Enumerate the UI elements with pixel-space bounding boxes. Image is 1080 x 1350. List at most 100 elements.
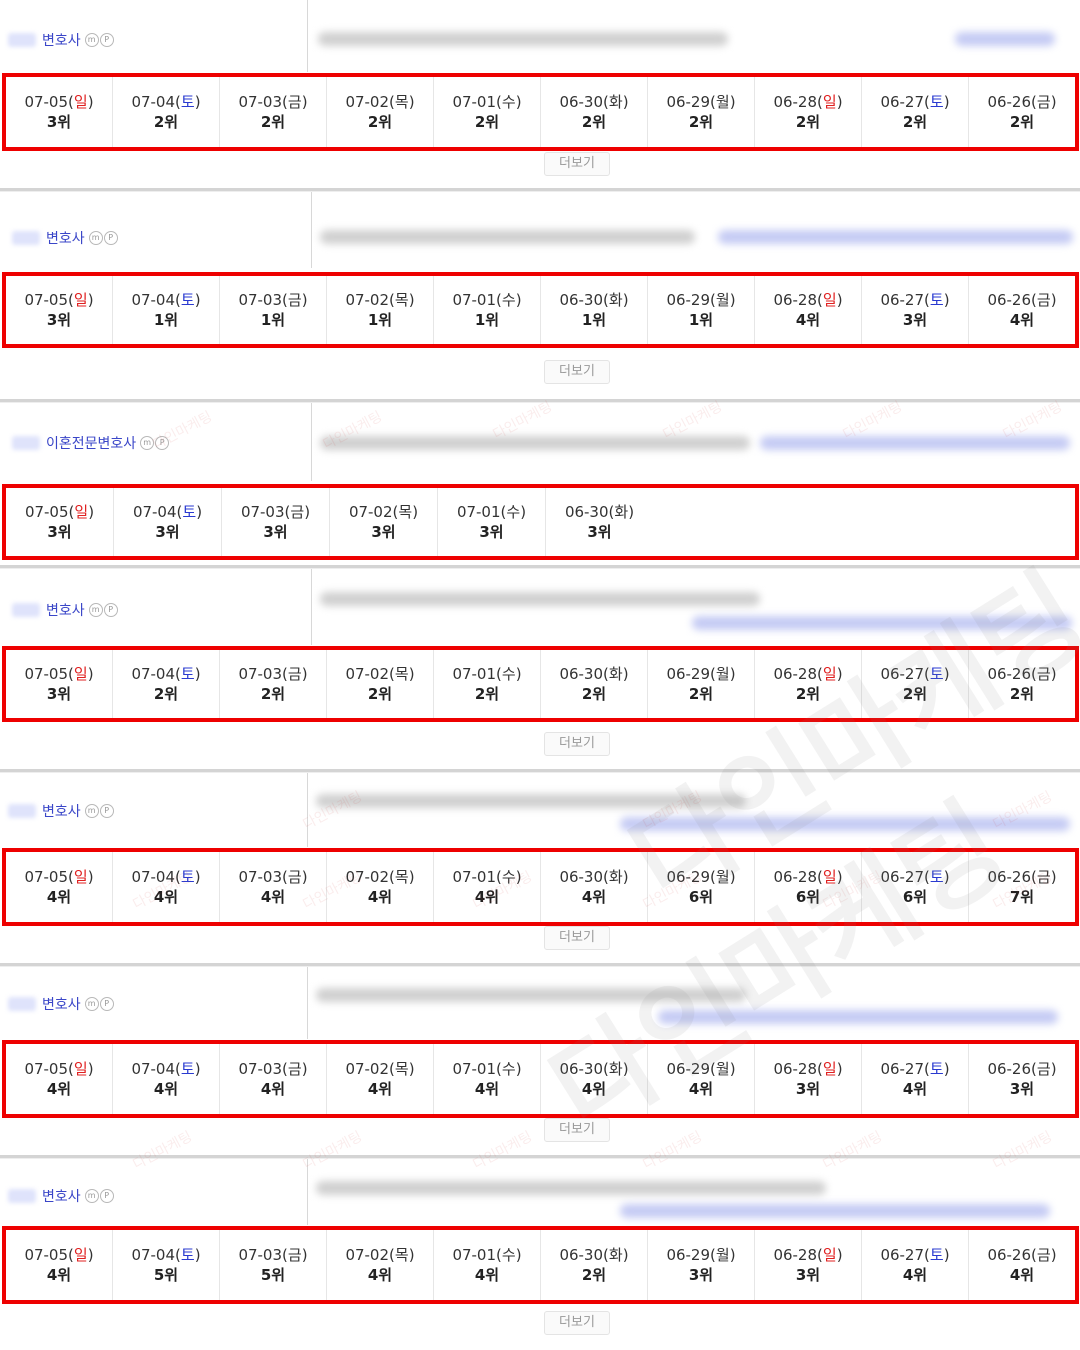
platform-badges: mP bbox=[88, 603, 119, 617]
business-name[interactable]: 변호사 m P bbox=[8, 994, 115, 1014]
rank-value: 4위 bbox=[46, 888, 72, 906]
rank-cell: 07-04(토) 3위 bbox=[114, 488, 222, 556]
weekday-text: 목 bbox=[394, 868, 409, 886]
blurred-text bbox=[320, 592, 760, 606]
rank-value: 2위 bbox=[153, 685, 179, 703]
rank-value: 2위 bbox=[795, 113, 821, 131]
rank-history-box: 07-05(일) 3위 07-04(토) 3위 07-03(금) 3위 07-02(목) 3위… bbox=[2, 484, 1079, 560]
rank-date: 07-02(목) bbox=[345, 868, 415, 886]
watermark: 다인마케팅 bbox=[300, 1128, 365, 1174]
watermark: 다인마케팅 bbox=[470, 1128, 535, 1174]
rank-date: 06-30(화) bbox=[564, 503, 635, 521]
date-text: 06-28 bbox=[773, 868, 818, 886]
weekday-text: 토 bbox=[182, 503, 197, 521]
date-text: 06-30 bbox=[559, 291, 604, 309]
weekday-text: 화 bbox=[608, 291, 623, 309]
date-text: 07-01 bbox=[452, 291, 497, 309]
date-text: 07-01 bbox=[452, 1246, 497, 1264]
blurred-text bbox=[316, 794, 746, 808]
weekday-text: 일 bbox=[822, 1060, 837, 1078]
date-text: 07-03 bbox=[238, 93, 283, 111]
rank-date: 06-30(화) bbox=[559, 93, 629, 111]
rank-cell: 06-30(화) 3위 bbox=[546, 488, 653, 556]
date-text: 06-29 bbox=[666, 1246, 711, 1264]
rank-value: 2위 bbox=[688, 113, 714, 131]
rank-date: 07-02(목) bbox=[345, 1060, 415, 1078]
weekday-text: 일 bbox=[73, 291, 88, 309]
business-name[interactable]: 변호사 m P bbox=[8, 801, 115, 821]
rank-date: 06-27(토) bbox=[880, 1246, 950, 1264]
rank-history-box: 07-05(일) 4위 07-04(토) 4위 07-03(금) 4위 07-02(목) 4위… bbox=[2, 848, 1079, 926]
weekday-text: 수 bbox=[501, 291, 516, 309]
platform-badges: mP bbox=[88, 231, 119, 245]
weekday-text: 수 bbox=[501, 93, 516, 111]
rank-value: 4위 bbox=[688, 1080, 714, 1098]
rank-date: 07-05(일) bbox=[24, 665, 94, 683]
date-text: 07-02 bbox=[345, 291, 390, 309]
weekday-text: 금 bbox=[287, 868, 302, 886]
rank-value: 4위 bbox=[46, 1266, 72, 1284]
mobile-icon: m bbox=[140, 436, 155, 450]
business-name[interactable]: 변호사 m P bbox=[12, 228, 119, 248]
rank-date: 06-29(월) bbox=[666, 868, 736, 886]
more-button[interactable]: 더보기 bbox=[544, 360, 610, 384]
rank-date: 07-03(금) bbox=[240, 503, 311, 521]
date-text: 07-04 bbox=[131, 665, 176, 683]
rank-value: 3위 bbox=[47, 523, 72, 541]
hidden-text bbox=[8, 997, 36, 1011]
rank-date: 07-04(토) bbox=[131, 93, 201, 111]
rank-date: 07-05(일) bbox=[24, 1060, 94, 1078]
section-separator bbox=[0, 188, 1080, 192]
weekday-text: 금 bbox=[287, 1060, 302, 1078]
more-button[interactable]: 더보기 bbox=[544, 152, 610, 176]
rank-value: 4위 bbox=[260, 888, 286, 906]
section-separator bbox=[0, 963, 1080, 967]
date-text: 07-01 bbox=[452, 1060, 497, 1078]
weekday-text: 토 bbox=[929, 1246, 944, 1264]
weekday-text: 금 bbox=[1036, 1060, 1051, 1078]
date-text: 07-01 bbox=[452, 868, 497, 886]
business-name[interactable]: 이혼전문변호사 m P bbox=[12, 433, 170, 453]
date-text: 06-28 bbox=[773, 291, 818, 309]
more-button[interactable]: 더보기 bbox=[544, 1118, 610, 1142]
weekday-text: 월 bbox=[715, 1060, 730, 1078]
rank-cell: 07-02(목) 4위 bbox=[327, 1230, 434, 1300]
title-divider bbox=[311, 403, 312, 481]
rank-value: 4위 bbox=[474, 1266, 500, 1284]
rank-date: 07-01(수) bbox=[456, 503, 527, 521]
date-text: 06-29 bbox=[666, 291, 711, 309]
business-name[interactable]: 변호사 m P bbox=[12, 600, 119, 620]
mobile-icon: m bbox=[84, 33, 99, 47]
rank-date: 06-30(화) bbox=[559, 1060, 629, 1078]
rank-date: 06-27(토) bbox=[880, 665, 950, 683]
blurred-text bbox=[320, 230, 695, 244]
more-button[interactable]: 더보기 bbox=[544, 732, 610, 756]
rank-value: 4위 bbox=[46, 1080, 72, 1098]
rank-value: 2위 bbox=[1009, 113, 1035, 131]
rank-cell: 06-30(화) 1위 bbox=[541, 276, 648, 344]
rank-cell: 07-02(목) 4위 bbox=[327, 1044, 434, 1114]
weekday-text: 수 bbox=[501, 1060, 516, 1078]
weekday-text: 토 bbox=[180, 665, 195, 683]
rank-date: 06-30(화) bbox=[559, 665, 629, 683]
date-text: 07-05 bbox=[24, 868, 69, 886]
more-button[interactable]: 더보기 bbox=[544, 1311, 610, 1335]
platform-badges: mP bbox=[84, 1189, 115, 1203]
title-divider bbox=[307, 967, 308, 1039]
weekday-text: 목 bbox=[394, 665, 409, 683]
rank-value: 4위 bbox=[795, 311, 821, 329]
rank-date: 06-29(월) bbox=[666, 1246, 736, 1264]
rank-cell: 07-01(수) 4위 bbox=[434, 1230, 541, 1300]
rank-value: 2위 bbox=[153, 113, 179, 131]
rank-cell: 07-05(일) 4위 bbox=[6, 1044, 113, 1114]
business-name[interactable]: 변호사 m P bbox=[8, 30, 115, 50]
date-text: 06-28 bbox=[773, 1060, 818, 1078]
rank-value: 2위 bbox=[367, 685, 393, 703]
business-name[interactable]: 변호사 m P bbox=[8, 1186, 115, 1206]
rank-date: 07-02(목) bbox=[345, 93, 415, 111]
more-button[interactable]: 더보기 bbox=[544, 926, 610, 950]
rank-cell: 06-30(화) 2위 bbox=[541, 77, 648, 147]
rank-cell: 06-26(금) 7위 bbox=[969, 852, 1075, 922]
rank-date: 07-03(금) bbox=[238, 1246, 308, 1264]
weekday-text: 토 bbox=[929, 93, 944, 111]
